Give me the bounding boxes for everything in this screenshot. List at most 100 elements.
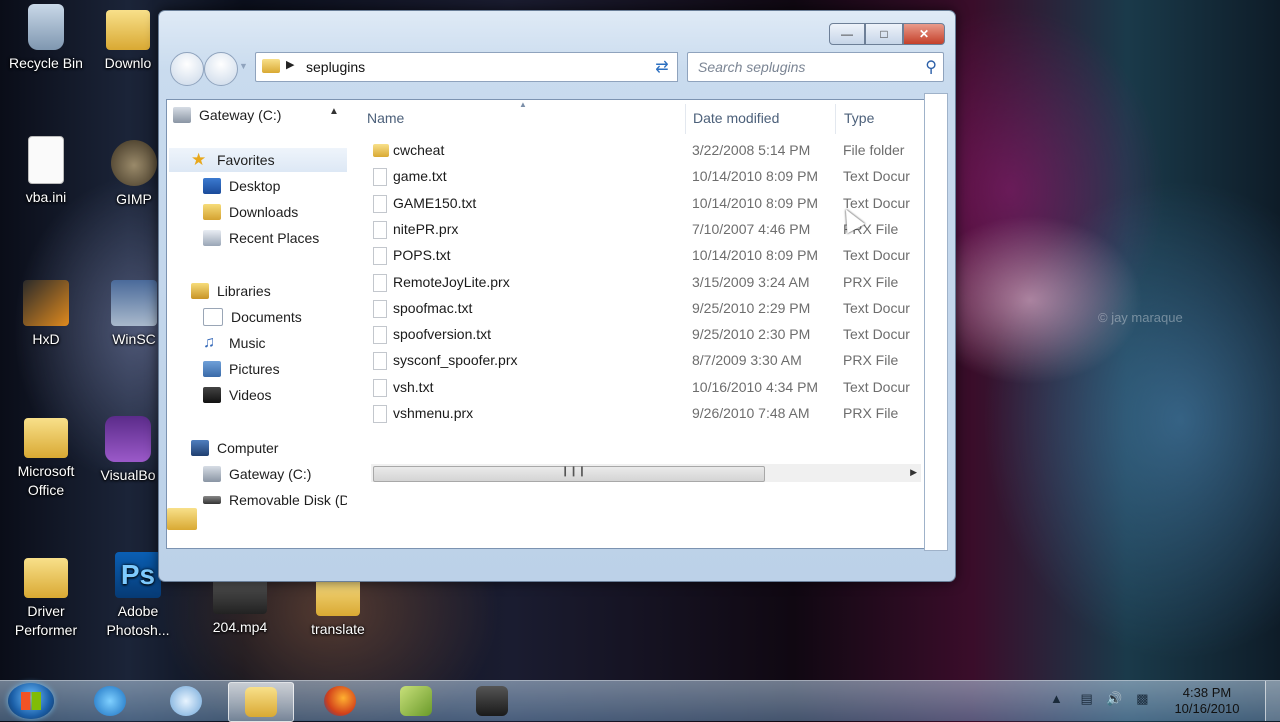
taskbar-video-recorder[interactable] xyxy=(460,682,524,720)
folder-icon xyxy=(262,59,280,73)
taskbar-itunes[interactable] xyxy=(154,682,218,720)
desktop-icon xyxy=(203,178,221,194)
file-name: RemoteJoyLite.prx xyxy=(393,273,510,290)
caption-buttons: — □ ✕ xyxy=(829,23,945,45)
file-row[interactable]: cwcheat 3/22/2008 5:14 PM File folder xyxy=(367,138,925,164)
file-row[interactable]: spoofversion.txt 9/25/2010 2:30 PM Text Do… xyxy=(367,322,925,348)
file-row[interactable]: vshmenu.prx 9/26/2010 7:48 AM PRX File xyxy=(367,401,925,427)
file-date-modified: 10/16/2010 4:34 PM xyxy=(692,378,819,395)
show-hidden-icons-icon[interactable]: ▲ xyxy=(1050,691,1063,706)
device-icon[interactable]: ▩ xyxy=(1136,691,1148,706)
winscp-icon xyxy=(111,280,157,326)
nav-item-documents[interactable]: Documents xyxy=(203,306,302,328)
address-path[interactable]: seplugins xyxy=(306,59,365,75)
file-date-modified: 9/25/2010 2:30 PM xyxy=(692,326,811,343)
file-row[interactable]: POPS.txt 10/14/2010 8:09 PM Text Docur xyxy=(367,243,925,269)
nav-item-recent-places[interactable]: Recent Places xyxy=(203,227,319,249)
volume-icon[interactable]: 🔊 xyxy=(1106,691,1122,706)
recent-pages-dropdown[interactable]: ▼ xyxy=(239,61,248,71)
sort-ascending-icon: ▲ xyxy=(519,100,527,109)
maximize-button[interactable]: □ xyxy=(865,23,903,45)
desktop-icon-recycle-bin[interactable]: Recycle Bin xyxy=(0,4,92,73)
recycle-bin-icon xyxy=(28,4,64,50)
forward-button[interactable] xyxy=(204,52,238,86)
clock-time: 4:38 PM xyxy=(1182,685,1232,700)
nav-item-favorites[interactable]: ★ Favorites xyxy=(191,149,275,171)
desktop-icon-microsoft-office[interactable]: Microsoft Office xyxy=(0,412,92,500)
column-header-type[interactable]: Type xyxy=(844,110,874,126)
desktop-icon-gimp[interactable]: GIMP xyxy=(108,140,160,209)
taskbar-firefox[interactable] xyxy=(308,682,372,720)
clock-date: 10/16/2010 xyxy=(1174,701,1240,716)
taskbar-notepad[interactable] xyxy=(384,682,448,720)
desktop-icon-hxd[interactable]: HxD xyxy=(0,280,92,349)
file-row[interactable]: sysconf_spoofer.prx 8/7/2009 3:30 AM PRX F… xyxy=(367,348,925,374)
nav-item-pictures[interactable]: Pictures xyxy=(203,358,280,380)
refresh-button[interactable]: ⇄ xyxy=(647,52,678,82)
scroll-right-arrow-icon[interactable]: ▶ xyxy=(910,467,917,478)
file-name: nitePR.prx xyxy=(393,220,459,237)
nav-item-computer[interactable]: Computer xyxy=(191,437,278,459)
nav-item-desktop[interactable]: Desktop xyxy=(203,175,280,197)
desktop-icon-winscp[interactable]: WinSC xyxy=(108,280,160,349)
taskbar-windows-explorer[interactable] xyxy=(228,682,294,722)
internet-explorer-icon xyxy=(94,686,126,716)
nav-label: Pictures xyxy=(229,361,280,377)
nav-item-music[interactable]: ♫ Music xyxy=(203,332,266,354)
recent-places-icon xyxy=(203,230,221,246)
nav-label: Videos xyxy=(229,387,272,403)
desktop-icon-downloads[interactable]: Downlo xyxy=(96,4,160,73)
folder-icon xyxy=(106,10,150,50)
start-button[interactable] xyxy=(8,683,54,719)
column-header-name[interactable]: Name xyxy=(367,110,404,126)
nav-item-removable-disk[interactable]: Removable Disk (D xyxy=(203,489,347,511)
nav-item-libraries[interactable]: Libraries xyxy=(191,280,271,302)
file-row[interactable]: vsh.txt 10/16/2010 4:34 PM Text Docur xyxy=(367,375,925,401)
windows-logo-icon xyxy=(21,692,41,710)
file-type: Text Docur xyxy=(843,378,910,395)
file-name: vsh.txt xyxy=(393,378,434,395)
column-divider[interactable] xyxy=(835,104,836,134)
clock[interactable]: 4:38 PM 10/16/2010 xyxy=(1162,685,1252,717)
libraries-icon xyxy=(191,283,209,299)
nav-item-videos[interactable]: Videos xyxy=(203,384,272,406)
file-date-modified: 10/14/2010 8:09 PM xyxy=(692,168,819,185)
search-box[interactable]: ⚲ xyxy=(687,52,944,82)
file-date-modified: 10/14/2010 8:09 PM xyxy=(692,247,819,264)
file-row[interactable]: RemoteJoyLite.prx 3/15/2009 3:24 AM PRX Fi… xyxy=(367,270,925,296)
minimize-button[interactable]: — xyxy=(829,23,865,45)
desktop-icon-label: vba.ini xyxy=(25,189,67,205)
file-icon xyxy=(373,220,387,239)
file-icon xyxy=(373,247,387,266)
desktop-icon-vba-ini[interactable]: vba.ini xyxy=(0,136,92,207)
desktop-icon-driver-performer[interactable]: Driver Performer xyxy=(0,552,92,640)
horizontal-scrollbar[interactable]: ❙❙❙ ▶ xyxy=(371,464,921,482)
column-header-date-modified[interactable]: Date modified xyxy=(693,110,779,126)
desktop-icon-label: Recycle Bin xyxy=(9,55,83,71)
nav-item-gateway-c[interactable]: Gateway (C:) xyxy=(203,463,311,485)
desktop-icon-visualboy[interactable]: VisualBo xyxy=(96,416,160,485)
notepad-icon xyxy=(400,686,432,716)
file-row[interactable]: game.txt 10/14/2010 8:09 PM Text Docur xyxy=(367,164,925,190)
network-signal-icon[interactable]: ▤ xyxy=(1081,691,1093,706)
scroll-up-arrow-icon[interactable]: ▲ xyxy=(329,106,339,117)
folder-icon xyxy=(373,144,389,157)
videos-icon xyxy=(203,387,221,403)
breadcrumb-arrow-icon[interactable]: ▶ xyxy=(286,58,294,71)
nav-item-downloads[interactable]: Downloads xyxy=(203,201,298,223)
nav-item-gateway-top[interactable]: Gateway (C:) xyxy=(173,104,281,126)
wallpaper-watermark: © jay maraque xyxy=(1098,310,1183,325)
show-desktop-button[interactable] xyxy=(1265,681,1280,721)
address-bar[interactable]: ▶ seplugins ▼ xyxy=(255,52,677,82)
folder-icon xyxy=(316,576,360,616)
back-button[interactable] xyxy=(170,52,204,86)
desktop-icon-label: Adobe Photosh... xyxy=(106,603,170,638)
file-row[interactable]: spoofmac.txt 9/25/2010 2:29 PM Text Docur xyxy=(367,296,925,322)
search-icon[interactable]: ⚲ xyxy=(925,57,937,77)
taskbar-internet-explorer[interactable] xyxy=(78,682,142,720)
close-button[interactable]: ✕ xyxy=(903,23,945,45)
file-icon xyxy=(373,352,387,371)
navigation-pane: Gateway (C:) ▲ ★ Favorites Desktop Downl… xyxy=(167,100,347,540)
search-input[interactable] xyxy=(696,57,915,77)
column-divider[interactable] xyxy=(685,104,686,134)
